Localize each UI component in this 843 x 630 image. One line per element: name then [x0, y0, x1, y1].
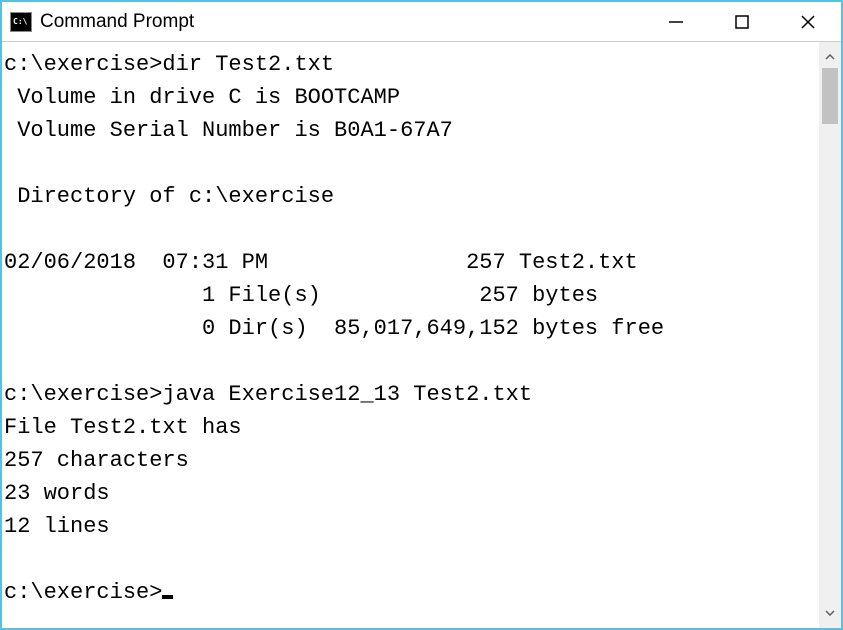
terminal-line: c:\exercise>dir Test2.txt [4, 52, 334, 77]
scroll-down-button[interactable] [819, 602, 841, 624]
terminal-line: 0 Dir(s) 85,017,649,152 bytes free [4, 316, 664, 341]
close-button[interactable] [775, 2, 841, 41]
window-controls [643, 2, 841, 41]
terminal-line: 1 File(s) 257 bytes [4, 283, 598, 308]
terminal-line: 12 lines [4, 514, 110, 539]
command-prompt-window: Command Prompt c:\exercise>dir Test2.txt… [0, 0, 843, 630]
titlebar[interactable]: Command Prompt [2, 2, 841, 42]
terminal-prompt: c:\exercise> [4, 580, 162, 605]
terminal-line: 23 words [4, 481, 110, 506]
cursor [162, 595, 173, 599]
terminal-line: File Test2.txt has [4, 415, 242, 440]
chevron-up-icon [825, 54, 835, 60]
terminal-line: Directory of c:\exercise [4, 184, 334, 209]
minimize-button[interactable] [643, 2, 709, 41]
close-icon [800, 14, 816, 30]
maximize-icon [735, 15, 749, 29]
chevron-down-icon [825, 610, 835, 616]
scroll-up-button[interactable] [819, 46, 841, 68]
scroll-track[interactable] [819, 68, 841, 602]
app-icon [10, 12, 32, 32]
vertical-scrollbar[interactable] [819, 42, 841, 628]
terminal-line: 02/06/2018 07:31 PM 257 Test2.txt [4, 250, 638, 275]
terminal-output[interactable]: c:\exercise>dir Test2.txt Volume in driv… [2, 42, 819, 628]
terminal-line: Volume in drive C is BOOTCAMP [4, 85, 400, 110]
terminal-line: Volume Serial Number is B0A1-67A7 [4, 118, 453, 143]
content-area: c:\exercise>dir Test2.txt Volume in driv… [2, 42, 841, 628]
minimize-icon [668, 14, 684, 30]
terminal-line: c:\exercise>java Exercise12_13 Test2.txt [4, 382, 532, 407]
window-title: Command Prompt [40, 11, 643, 33]
scroll-thumb[interactable] [822, 68, 838, 124]
maximize-button[interactable] [709, 2, 775, 41]
terminal-line: 257 characters [4, 448, 189, 473]
